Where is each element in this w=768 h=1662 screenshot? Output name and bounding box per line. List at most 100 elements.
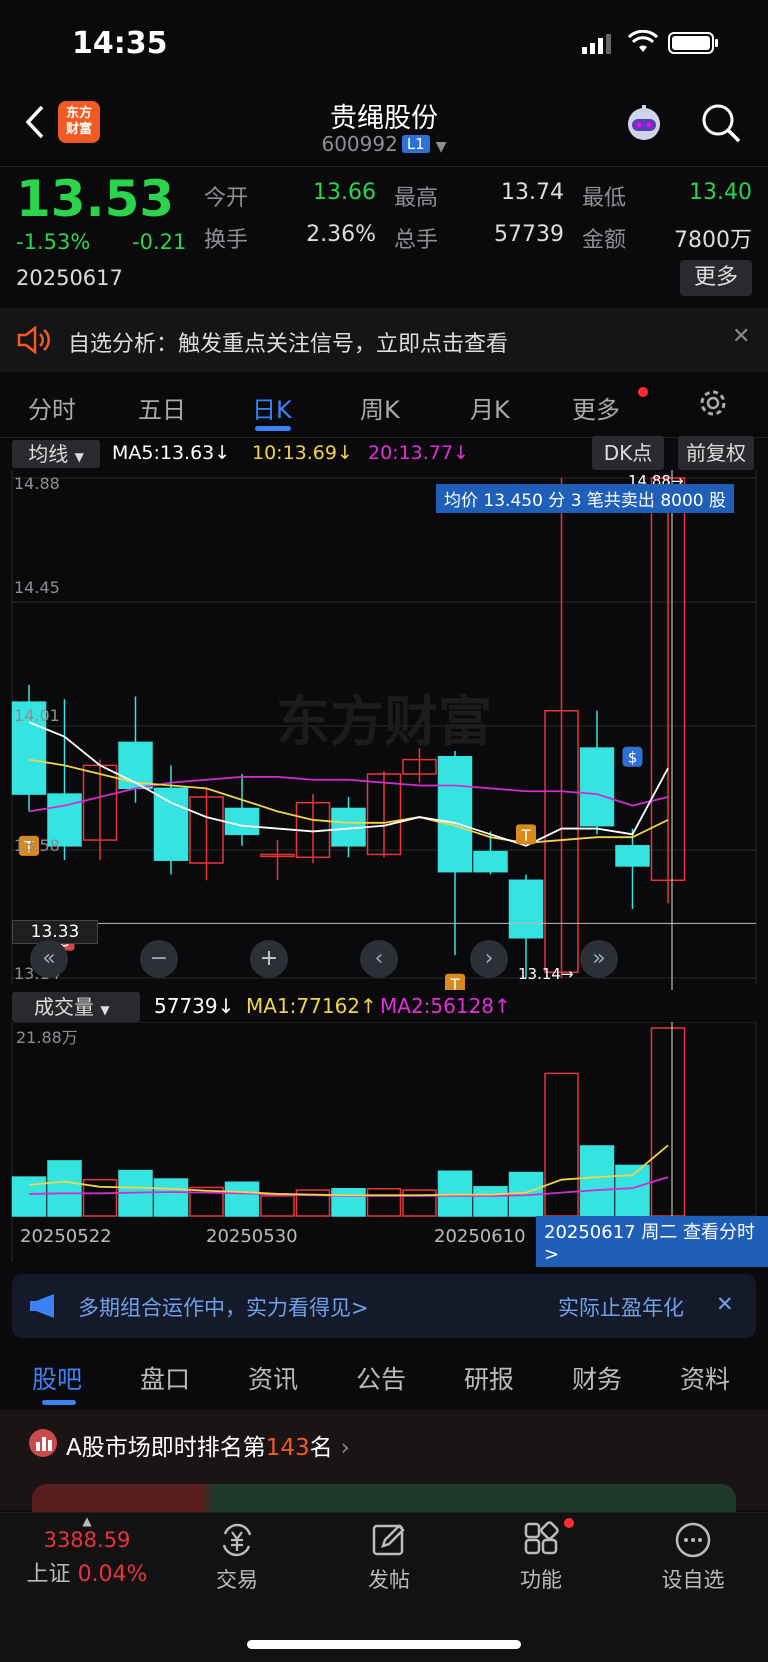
low-value: 13.40	[689, 180, 752, 205]
volume-bar	[366, 1188, 402, 1217]
volume-bar	[544, 1072, 579, 1217]
change-pct: -1.53%	[16, 230, 91, 254]
chevron-down-icon: ▼	[435, 139, 447, 155]
adjust-button[interactable]: 前复权	[678, 436, 754, 470]
dk-button[interactable]: DK点	[592, 436, 664, 470]
settings-gear-icon[interactable]	[698, 388, 728, 418]
volume-bar	[224, 1181, 260, 1217]
candle-body	[473, 850, 508, 873]
nav-add-watchlist[interactable]: 设自选	[638, 1520, 748, 1594]
candle-body	[153, 787, 189, 861]
volume-bar	[615, 1164, 650, 1217]
volume-bar	[153, 1178, 189, 1217]
tab-fenshi[interactable]: 分时	[28, 390, 76, 425]
more-button[interactable]: 更多	[680, 260, 752, 296]
function-badge-dot	[564, 1518, 574, 1528]
scroll-left-fast-icon[interactable]: «	[30, 940, 68, 978]
caret-up-icon: ▲	[82, 1514, 92, 1528]
tab-zixun[interactable]: 资讯	[248, 1360, 298, 1396]
zoom-out-icon[interactable]: −	[140, 940, 178, 978]
volume-bar	[650, 1027, 686, 1217]
scroll-left-icon[interactable]: ‹	[360, 940, 398, 978]
amount-value: 7800万	[674, 228, 752, 253]
volume-value: 57739	[494, 222, 564, 247]
date-label-2: 20250530	[206, 1226, 298, 1247]
rank-prefix: A股市场即时排名第	[66, 1435, 266, 1461]
tab-zhouk[interactable]: 周K	[360, 390, 400, 425]
ma20-label: 20:13.77↓	[368, 442, 469, 464]
status-bar: 14:35	[0, 0, 768, 88]
date-label-1: 20250522	[20, 1226, 112, 1247]
dropdown-icon: ▼	[74, 450, 84, 464]
tab-pankou[interactable]: 盘口	[140, 1360, 190, 1396]
turnover-label: 换手	[204, 228, 249, 253]
tab-yuek[interactable]: 月K	[470, 390, 510, 425]
tab-guba[interactable]: 股吧	[32, 1360, 82, 1396]
tab-more[interactable]: 更多	[572, 390, 620, 425]
expand-icon[interactable]: »	[580, 940, 618, 978]
dropdown-icon: ▼	[100, 1003, 110, 1017]
tab-yanbao[interactable]: 研报	[464, 1360, 514, 1396]
tab-rik[interactable]: 日K	[252, 390, 292, 425]
notice-text: 自选分析：触发重点关注信号，立即点击查看	[68, 332, 509, 357]
chevron-right-icon: ›	[340, 1435, 350, 1461]
candle-body	[224, 807, 260, 836]
level-badge: L1	[401, 135, 430, 153]
battery-icon	[668, 32, 718, 54]
ma-selector[interactable]: 均线 ▼	[12, 440, 100, 468]
tab-caiwu[interactable]: 财务	[572, 1360, 622, 1396]
volume-selector[interactable]: 成交量 ▼	[12, 992, 140, 1022]
volume-bar	[260, 1195, 295, 1217]
nav-trade[interactable]: 交易	[182, 1520, 292, 1594]
trade-icon	[222, 1523, 252, 1557]
promo-text: 多期组合运作中，实力看得见>	[78, 1296, 369, 1320]
candle-body	[508, 879, 544, 939]
change-amount: -0.21	[132, 230, 187, 254]
tab-ziliao[interactable]: 资料	[680, 1360, 730, 1396]
wifi-icon	[628, 30, 658, 52]
ma10-label: 10:13.69↓	[252, 442, 353, 464]
volume-bar	[331, 1188, 366, 1217]
speaker-icon	[17, 326, 50, 354]
ma-selector-label: 均线	[28, 442, 69, 466]
rank-number: 143	[265, 1435, 310, 1461]
rank-suffix: 名	[309, 1435, 333, 1461]
grid-function-icon	[524, 1521, 559, 1555]
high-value: 13.74	[501, 180, 564, 205]
signal-marker-label: T	[520, 826, 531, 844]
axis-label-4: 13.58	[14, 836, 60, 855]
volume-bar	[473, 1186, 508, 1217]
index-pct: 0.04%	[77, 1562, 148, 1587]
active-tab-indicator	[255, 426, 291, 431]
volume-current: 57739↓	[154, 994, 235, 1018]
tab-wuri[interactable]: 五日	[138, 390, 186, 425]
volume-bar	[47, 1160, 82, 1217]
axis-label-top: 14.88	[14, 474, 60, 493]
close-icon[interactable]: ✕	[732, 324, 750, 349]
sentiment-bar	[32, 1484, 736, 1514]
nav-post-label: 发帖	[368, 1568, 410, 1592]
axis-label-3: 14.01	[14, 706, 60, 725]
watermark: 东方财富	[276, 690, 492, 753]
volume-selector-label: 成交量	[34, 995, 94, 1019]
nav-post[interactable]: 发帖	[334, 1520, 444, 1594]
search-icon[interactable]	[700, 102, 742, 144]
trade-tooltip: 均价 13.450 分 3 笔共卖出 8000 股	[436, 484, 734, 513]
rank-chart-icon	[29, 1429, 57, 1457]
index-widget[interactable]: ▲ 3388.59 上证 0.04%	[22, 1514, 152, 1588]
more-dots-icon	[675, 1522, 711, 1558]
turnover-value: 2.36%	[306, 222, 376, 247]
zoom-in-icon[interactable]: +	[250, 940, 288, 978]
bottom-tab-indicator	[42, 1400, 76, 1405]
tab-gonggao[interactable]: 公告	[356, 1360, 406, 1396]
rank-text: A股市场即时排名第143名 ›	[66, 1428, 350, 1462]
view-intraday-link[interactable]: 20250617 周二 查看分时>	[536, 1216, 768, 1267]
candle-body	[437, 755, 473, 873]
nav-function[interactable]: 功能	[486, 1520, 596, 1594]
more-control-icon[interactable]: ›	[470, 940, 508, 978]
nav-add-watchlist-label: 设自选	[661, 1568, 725, 1592]
close-icon[interactable]: ✕	[716, 1292, 734, 1316]
robot-assistant-icon[interactable]	[622, 102, 666, 146]
kline-chart[interactable]: 东方财富 TBTT$	[0, 470, 768, 990]
stock-code: 600992	[321, 132, 398, 156]
